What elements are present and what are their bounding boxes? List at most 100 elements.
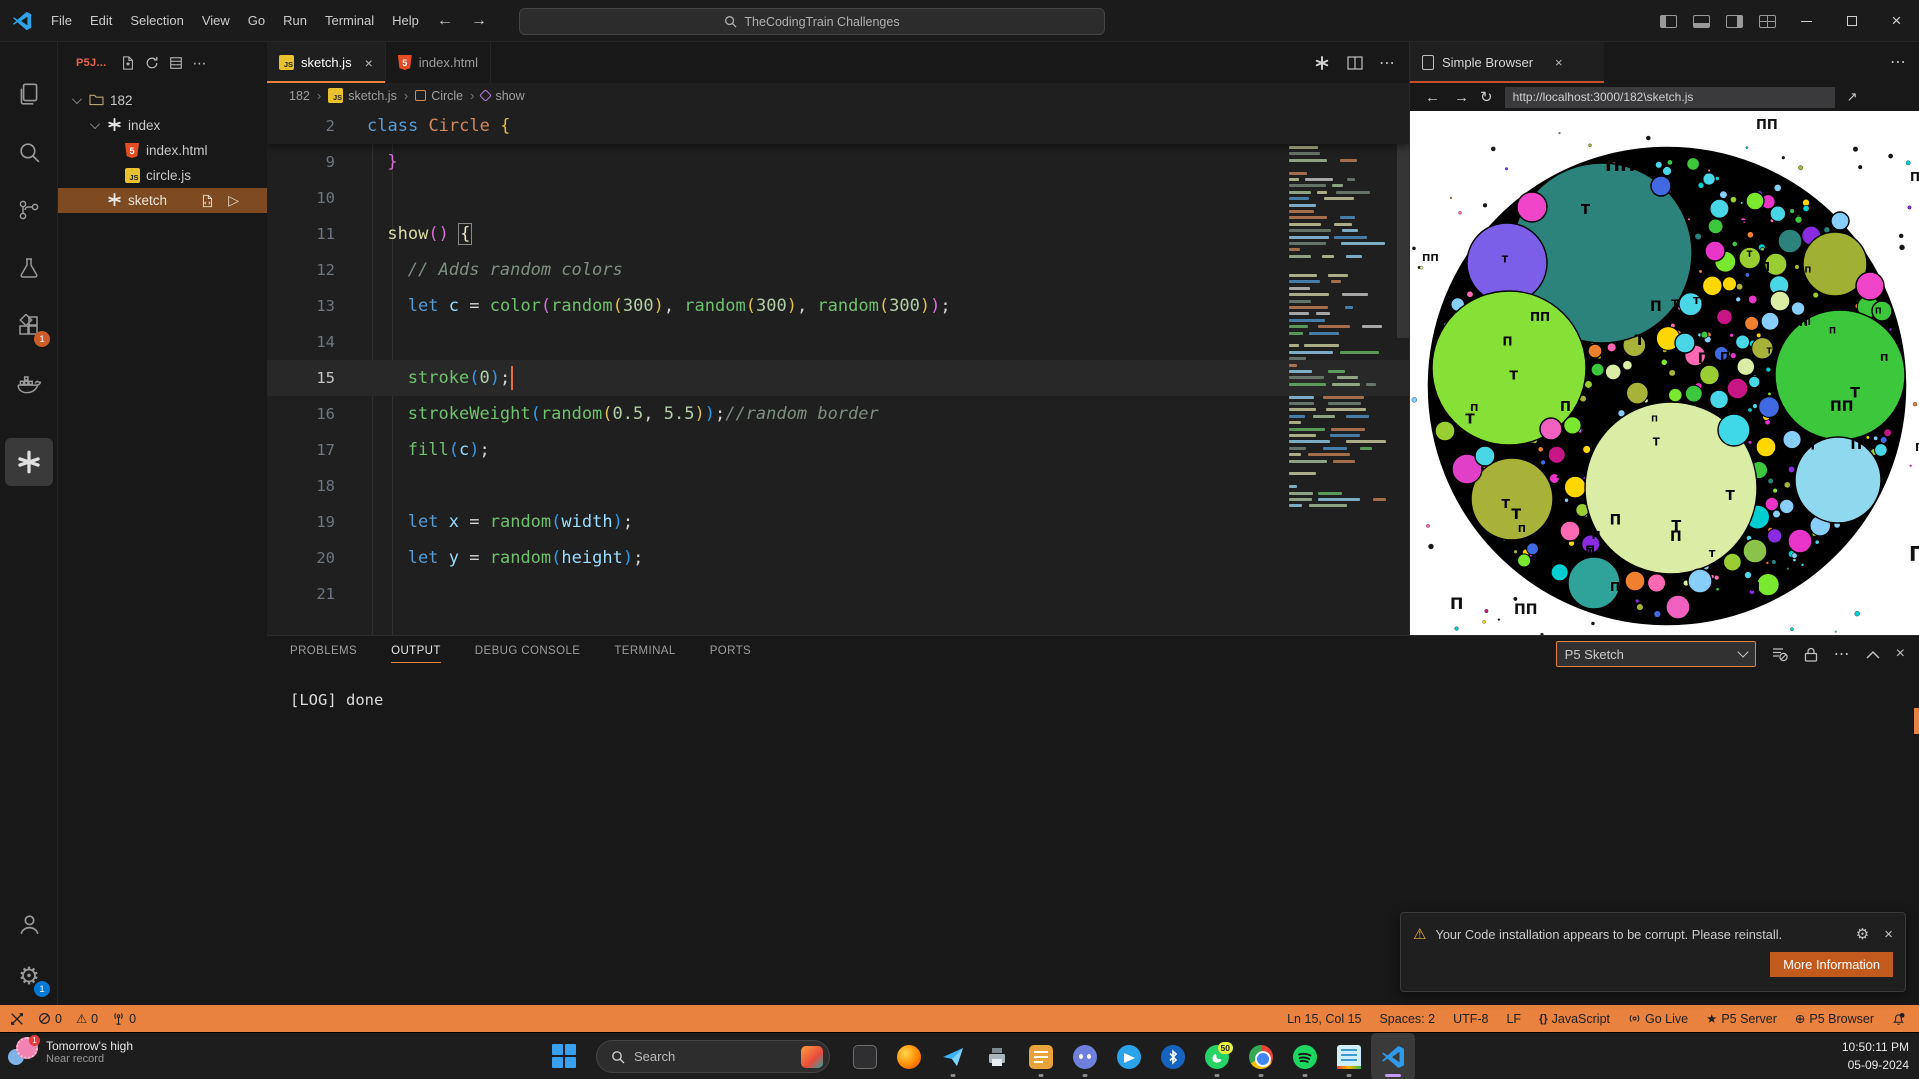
taskbar-app-whatsapp[interactable]: 50 bbox=[1195, 1033, 1239, 1079]
tree-item-index[interactable]: index bbox=[58, 113, 267, 138]
sidebar-item-search[interactable] bbox=[5, 128, 53, 176]
menu-file[interactable]: File bbox=[42, 9, 81, 32]
taskbar-app-firefox[interactable] bbox=[887, 1033, 931, 1079]
tree-item-circle.js[interactable]: JScircle.js bbox=[58, 163, 267, 188]
taskbar-app-chrome[interactable] bbox=[1239, 1033, 1283, 1079]
language-mode[interactable]: {} JavaScript bbox=[1539, 1012, 1610, 1026]
taskbar-search[interactable]: Search bbox=[596, 1040, 830, 1073]
panel-tab-ports[interactable]: PORTS bbox=[710, 645, 751, 663]
sidebar-item-source-control[interactable] bbox=[5, 186, 53, 234]
go-live-button[interactable]: Go Live bbox=[1628, 1012, 1688, 1026]
history-forward-icon[interactable]: → bbox=[462, 12, 496, 30]
browser-reload-icon[interactable]: ↻ bbox=[1478, 88, 1495, 106]
panel-tab-terminal[interactable]: TERMINAL bbox=[614, 645, 675, 663]
menu-terminal[interactable]: Terminal bbox=[316, 9, 383, 32]
toggle-secondary-sidebar-icon[interactable] bbox=[1726, 15, 1743, 28]
taskbar-app-window-app[interactable] bbox=[843, 1033, 887, 1079]
collapse-folders-icon[interactable] bbox=[169, 56, 183, 70]
encoding[interactable]: UTF-8 bbox=[1453, 1012, 1488, 1026]
p5-browser-button[interactable]: ⊕ P5 Browser bbox=[1795, 1011, 1874, 1026]
menu-go[interactable]: Go bbox=[239, 9, 274, 32]
eol-sequence[interactable]: LF bbox=[1506, 1012, 1521, 1026]
p5-run-icon[interactable] bbox=[1313, 54, 1331, 72]
menu-help[interactable]: Help bbox=[383, 9, 428, 32]
menu-selection[interactable]: Selection bbox=[121, 9, 192, 32]
ports-indicator[interactable]: 0 bbox=[112, 1012, 136, 1026]
errors-indicator[interactable]: 0 bbox=[38, 1012, 62, 1026]
indentation[interactable]: Spaces: 2 bbox=[1379, 1012, 1435, 1026]
close-button[interactable]: × bbox=[1874, 0, 1919, 42]
split-editor-icon[interactable] bbox=[1347, 55, 1363, 71]
accounts-button[interactable] bbox=[5, 900, 53, 948]
tree-item-182[interactable]: 182 bbox=[58, 88, 267, 113]
open-external-icon[interactable]: ↗ bbox=[1847, 89, 1858, 105]
taskbar-app-paper-plane[interactable] bbox=[931, 1033, 975, 1079]
browser-more-actions-icon[interactable]: ⋯ bbox=[1890, 52, 1906, 72]
clear-output-icon[interactable] bbox=[1772, 646, 1788, 662]
sidebar-item-p5-sketch[interactable] bbox=[5, 438, 53, 486]
weather-widget[interactable]: 1 Tomorrow's high Near record bbox=[8, 1037, 133, 1067]
taskbar-app-spotify[interactable] bbox=[1283, 1033, 1327, 1079]
taskbar-app-bluetooth[interactable] bbox=[1151, 1033, 1195, 1079]
run-sketch-icon[interactable]: ▷ bbox=[228, 192, 239, 209]
sidebar-item-testing[interactable] bbox=[5, 244, 53, 292]
toggle-sidebar-icon[interactable] bbox=[1660, 15, 1677, 28]
panel-tab-output[interactable]: OUTPUT bbox=[391, 645, 441, 663]
tree-item-index.html[interactable]: 5index.html bbox=[58, 138, 267, 163]
tab-simple-browser[interactable]: Simple Browser × bbox=[1410, 42, 1604, 83]
maximize-button[interactable] bbox=[1829, 0, 1874, 42]
sidebar-item-extensions[interactable]: 1 bbox=[5, 302, 53, 350]
close-tab-icon[interactable]: × bbox=[365, 55, 373, 71]
customize-layout-icon[interactable] bbox=[1759, 15, 1776, 28]
breadcrumb-item-sketch.js[interactable]: JSsketch.js bbox=[328, 88, 397, 103]
breadcrumb-item-show[interactable]: show bbox=[481, 89, 524, 103]
more-actions-icon[interactable]: ⋯ bbox=[193, 55, 207, 72]
taskbar-app-telegram[interactable] bbox=[1107, 1033, 1151, 1079]
panel-more-actions-icon[interactable]: ⋯ bbox=[1834, 644, 1850, 664]
refresh-icon[interactable] bbox=[145, 56, 159, 70]
settings-button[interactable]: ⚙ 1 bbox=[5, 952, 53, 1000]
breadcrumb-item-182[interactable]: 182 bbox=[289, 89, 310, 103]
editor-more-actions-icon[interactable]: ⋯ bbox=[1379, 53, 1395, 73]
panel-tab-problems[interactable]: PROBLEMS bbox=[290, 645, 357, 663]
close-panel-icon[interactable]: × bbox=[1896, 645, 1905, 663]
code-editor[interactable]: 9}1011show() {12// Adds random colors13l… bbox=[267, 108, 1409, 635]
url-input[interactable]: http://localhost:3000/182\sketch.js bbox=[1505, 87, 1835, 108]
p5-server-button[interactable]: ★ P5 Server bbox=[1706, 1011, 1777, 1026]
taskbar-app-printer[interactable] bbox=[975, 1033, 1019, 1079]
maximize-panel-icon[interactable] bbox=[1866, 650, 1880, 659]
taskbar-clock[interactable]: 10:50:11 PM 05-09-2024 bbox=[1842, 1038, 1909, 1074]
taskbar-app-discord[interactable] bbox=[1063, 1033, 1107, 1079]
menu-view[interactable]: View bbox=[193, 9, 239, 32]
browser-back-icon[interactable]: ← bbox=[1420, 89, 1445, 106]
new-file-icon[interactable] bbox=[121, 56, 135, 70]
more-information-button[interactable]: More Information bbox=[1770, 952, 1893, 977]
taskbar-app-vscode[interactable] bbox=[1371, 1033, 1415, 1079]
tree-item-sketch[interactable]: sketch▷ bbox=[58, 188, 267, 213]
panel-tab-debug-console[interactable]: DEBUG CONSOLE bbox=[475, 645, 581, 663]
warnings-indicator[interactable]: ⚠ 0 bbox=[76, 1011, 98, 1026]
remote-indicator[interactable] bbox=[10, 1012, 24, 1026]
close-tab-icon[interactable]: × bbox=[1555, 55, 1563, 70]
sidebar-item-docker[interactable] bbox=[5, 360, 53, 408]
browser-forward-icon[interactable]: → bbox=[1449, 89, 1474, 106]
output-channel-dropdown[interactable]: P5 Sketch bbox=[1556, 641, 1756, 667]
menu-edit[interactable]: Edit bbox=[81, 9, 121, 32]
cursor-position[interactable]: Ln 15, Col 15 bbox=[1287, 1012, 1361, 1026]
minimap[interactable] bbox=[1285, 108, 1395, 588]
breadcrumb-item-Circle[interactable]: Circle bbox=[415, 89, 463, 103]
sidebar-item-explorer[interactable] bbox=[5, 70, 53, 118]
taskbar-app-office-app[interactable] bbox=[1019, 1033, 1063, 1079]
command-center-search[interactable]: TheCodingTrain Challenges bbox=[519, 8, 1105, 35]
lock-icon[interactable] bbox=[1804, 647, 1818, 662]
notification-close-icon[interactable]: × bbox=[1884, 926, 1893, 943]
menu-run[interactable]: Run bbox=[274, 9, 316, 32]
open-preview-icon[interactable] bbox=[201, 194, 214, 208]
notifications-bell[interactable] bbox=[1892, 1012, 1905, 1026]
tab-index.html[interactable]: 5index.html bbox=[386, 42, 491, 83]
toggle-panel-icon[interactable] bbox=[1693, 15, 1710, 28]
minimize-button[interactable] bbox=[1784, 0, 1829, 42]
taskbar-app-notepad[interactable] bbox=[1327, 1033, 1371, 1079]
start-button[interactable] bbox=[552, 1044, 576, 1068]
history-back-icon[interactable]: ← bbox=[428, 12, 462, 30]
